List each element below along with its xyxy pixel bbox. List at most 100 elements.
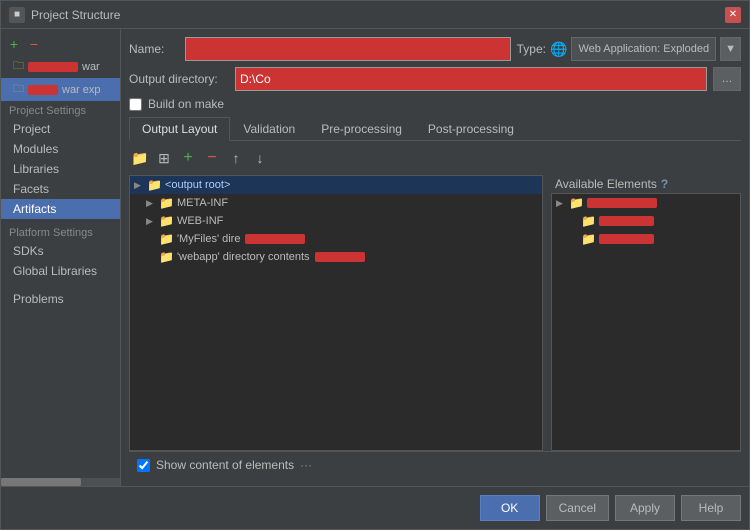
cancel-button[interactable]: Cancel — [546, 495, 609, 521]
build-on-make-checkbox[interactable] — [129, 98, 142, 111]
avail-redacted-2 — [599, 216, 654, 226]
tree-toolbar: 📁 ⊞ + − ↑ ↓ — [129, 145, 741, 171]
folder-icon-exp: 🗀 — [13, 80, 24, 99]
avail-folder-1: 📁 — [569, 196, 584, 210]
sidebar-item-global-libraries[interactable]: Global Libraries — [1, 261, 120, 281]
output-layout-tree[interactable]: ▶ 📁 <output root> ▶ 📁 META-INF ▶ 📁 — [129, 175, 543, 451]
folder-icon-web: 📁 — [159, 214, 174, 228]
webapp-redacted — [315, 252, 365, 262]
tree-folder-btn[interactable]: 📁 — [129, 147, 151, 169]
tab-pre-processing[interactable]: Pre-processing — [308, 117, 415, 140]
output-dir-row: Output directory: … — [129, 67, 741, 91]
app-icon: ■ — [9, 7, 25, 23]
name-row: Name: Type: 🌐 Web Application: Exploded … — [129, 37, 741, 61]
sidebar-item-sdks[interactable]: SDKs — [1, 241, 120, 261]
tree-item-webapp[interactable]: 📁 'webapp' directory contents — [130, 248, 542, 266]
type-dropdown-button[interactable]: ▼ — [720, 37, 741, 61]
tree-item-web-inf[interactable]: ▶ 📁 WEB-INF — [130, 212, 542, 230]
avail-item-3[interactable]: 📁 — [552, 230, 740, 248]
type-icon: 🌐 — [550, 41, 567, 58]
show-content-more-icon[interactable]: ··· — [300, 458, 312, 472]
tree-remove-btn[interactable]: − — [201, 147, 223, 169]
title-bar-left: ■ Project Structure — [9, 7, 120, 23]
sidebar-item-project[interactable]: Project — [1, 119, 120, 139]
close-button[interactable]: ✕ — [725, 7, 741, 23]
right-panel: Name: Type: 🌐 Web Application: Exploded … — [121, 29, 749, 486]
help-button[interactable]: Help — [681, 495, 741, 521]
sidebar-item-libraries[interactable]: Libraries — [1, 159, 120, 179]
folder-icon: 🗀 — [13, 57, 24, 76]
build-on-make-label: Build on make — [148, 97, 224, 111]
apply-button[interactable]: Apply — [615, 495, 675, 521]
name-label: Name: — [129, 42, 179, 56]
tree-item-myfiles[interactable]: 📁 'MyFiles' dire — [130, 230, 542, 248]
show-content-label: Show content of elements — [156, 458, 294, 472]
project-structure-window: ■ Project Structure ✕ + − 🗀 war 🗀 war ex… — [0, 0, 750, 530]
sidebar-add-button[interactable]: + — [5, 35, 23, 53]
type-section: Type: 🌐 Web Application: Exploded ▼ — [517, 37, 741, 61]
tree-grid-btn[interactable]: ⊞ — [153, 147, 175, 169]
tree-item-meta-inf[interactable]: ▶ 📁 META-INF — [130, 194, 542, 212]
avail-folder-2: 📁 — [581, 214, 596, 228]
ok-button[interactable]: OK — [480, 495, 540, 521]
available-panel: Available Elements ? ▶ 📁 📁 — [551, 175, 741, 451]
name-input[interactable] — [185, 37, 511, 61]
footer: OK Cancel Apply Help — [1, 486, 749, 529]
avail-folder-3: 📁 — [581, 232, 596, 246]
sidebar-artifact-war-exp[interactable]: 🗀 war exp — [1, 78, 120, 101]
sidebar-toolbar: + − — [1, 33, 120, 55]
myfiles-label: 'MyFiles' dire — [177, 233, 241, 245]
tree-move-up-btn[interactable]: ↑ — [225, 147, 247, 169]
title-bar: ■ Project Structure ✕ — [1, 1, 749, 29]
sidebar-artifact-war[interactable]: 🗀 war — [1, 55, 120, 78]
sidebar-item-problems[interactable]: Problems — [1, 289, 120, 309]
tabs-bar: Output Layout Validation Pre-processing … — [129, 117, 741, 141]
tree-container: ▶ 📁 <output root> ▶ 📁 META-INF ▶ 📁 — [129, 175, 741, 451]
avail-item-2[interactable]: 📁 — [552, 212, 740, 230]
folder-icon-myfiles: 📁 — [159, 232, 174, 246]
sidebar-remove-button[interactable]: − — [25, 35, 43, 53]
folder-icon-meta: 📁 — [159, 196, 174, 210]
meta-inf-label: META-INF — [177, 197, 228, 209]
tab-post-processing[interactable]: Post-processing — [415, 117, 527, 140]
output-dir-label: Output directory: — [129, 72, 229, 86]
available-help-icon[interactable]: ? — [661, 177, 668, 191]
sidebar-item-artifacts[interactable]: Artifacts — [1, 199, 120, 219]
artifact-war-label: war — [82, 61, 100, 73]
web-inf-label: WEB-INF — [177, 215, 223, 227]
tab-validation[interactable]: Validation — [230, 117, 308, 140]
sidebar-scrollbar[interactable] — [1, 478, 120, 486]
expand-arrow: ▶ — [134, 180, 144, 191]
folder-icon: 📁 — [147, 178, 162, 192]
tree-move-down-btn[interactable]: ↓ — [249, 147, 271, 169]
tab-output-layout[interactable]: Output Layout — [129, 117, 230, 141]
myfiles-redacted — [245, 234, 305, 244]
show-content-checkbox[interactable] — [137, 459, 150, 472]
folder-icon-webapp: 📁 — [159, 250, 174, 264]
sidebar-item-modules[interactable]: Modules — [1, 139, 120, 159]
tree-item-output-root[interactable]: ▶ 📁 <output root> — [130, 176, 542, 194]
avail-arrow-1: ▶ — [556, 198, 566, 209]
type-value-text: Web Application: Exploded — [578, 43, 709, 55]
project-settings-label: Project Settings — [1, 101, 120, 119]
output-root-label: <output root> — [165, 179, 230, 191]
output-dir-input[interactable] — [235, 67, 707, 91]
platform-settings-label: Platform Settings — [1, 219, 120, 241]
sidebar-item-facets[interactable]: Facets — [1, 179, 120, 199]
window-title: Project Structure — [31, 8, 120, 22]
build-on-make-row: Build on make — [129, 97, 741, 111]
available-label: Available Elements ? — [551, 175, 741, 193]
type-value-display: Web Application: Exploded — [571, 37, 716, 61]
browse-button[interactable]: … — [713, 67, 741, 91]
bottom-area: Show content of elements ··· — [129, 451, 741, 478]
available-tree[interactable]: ▶ 📁 📁 📁 — [551, 193, 741, 451]
tree-add-btn[interactable]: + — [177, 147, 199, 169]
type-label: Type: — [517, 42, 546, 56]
avail-item-1[interactable]: ▶ 📁 — [552, 194, 740, 212]
artifact-war-exp-label: war exp — [62, 84, 101, 96]
expand-arrow-web: ▶ — [146, 216, 156, 227]
main-content: + − 🗀 war 🗀 war exp Project Settings Pro… — [1, 29, 749, 486]
webapp-label: 'webapp' directory contents — [177, 251, 310, 263]
avail-redacted-1 — [587, 198, 657, 208]
sidebar: + − 🗀 war 🗀 war exp Project Settings Pro… — [1, 29, 121, 486]
